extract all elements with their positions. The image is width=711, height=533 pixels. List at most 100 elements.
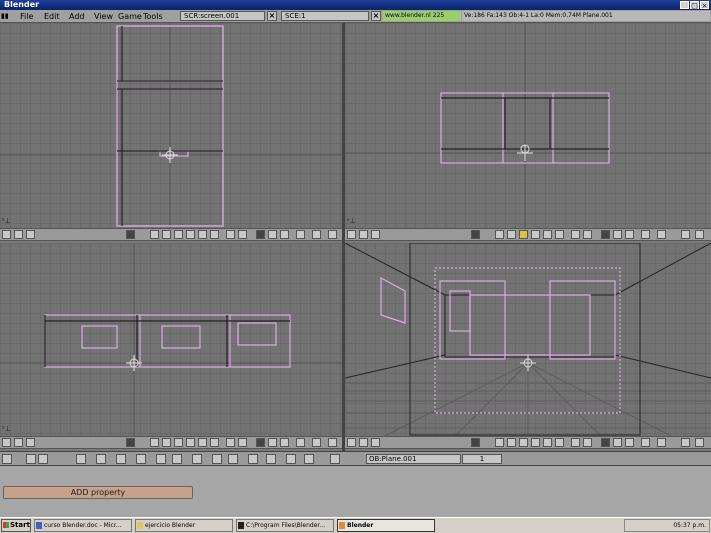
draw-mode-icon[interactable] — [601, 230, 610, 239]
world-icon[interactable] — [172, 454, 182, 464]
maximize-button[interactable]: □ — [690, 1, 699, 10]
start-button[interactable]: Start — [1, 519, 31, 532]
pin-icon[interactable] — [695, 230, 704, 239]
texture-icon[interactable] — [212, 454, 222, 464]
view-icon[interactable] — [26, 454, 36, 464]
delete-scene-icon[interactable]: × — [371, 11, 381, 21]
global-icon[interactable] — [312, 438, 321, 447]
viewport-bottom-left[interactable]: ᶻ⊥ — [0, 243, 342, 436]
window-type-icon[interactable] — [2, 438, 11, 447]
object-icon[interactable] — [136, 454, 146, 464]
pin-icon[interactable] — [681, 230, 690, 239]
viewport-top-right[interactable]: ᶻ⊥ — [345, 23, 711, 228]
shade-icon[interactable] — [613, 438, 622, 447]
layer-icon[interactable] — [507, 230, 516, 239]
sound-icon[interactable] — [228, 454, 238, 464]
clock[interactable]: 05:37 p.m. — [673, 522, 706, 529]
layer-icon[interactable] — [186, 230, 195, 239]
window-type-icon[interactable] — [347, 230, 356, 239]
window-type-icon[interactable] — [347, 438, 356, 447]
view-menu-icon[interactable] — [359, 438, 368, 447]
layer-icon[interactable] — [555, 438, 564, 447]
move-view-icon[interactable] — [571, 438, 580, 447]
pin-icon[interactable] — [328, 438, 337, 447]
view-icon[interactable] — [280, 230, 289, 239]
taskbar-item-word[interactable]: curso Blender.doc - Micr... — [34, 519, 132, 532]
blender-url[interactable]: www.blender.nl 225 — [383, 11, 461, 21]
layer-icon[interactable] — [150, 230, 159, 239]
render-icon[interactable] — [330, 454, 340, 464]
shade-icon[interactable] — [613, 230, 622, 239]
shading-icon[interactable] — [116, 454, 126, 464]
zoom-icon[interactable] — [238, 438, 247, 447]
window-type-icon[interactable] — [2, 454, 12, 464]
layer-icon[interactable] — [519, 230, 528, 239]
menu-edit[interactable]: Edit — [44, 11, 60, 22]
script-icon[interactable] — [96, 454, 106, 464]
layer-icon[interactable] — [519, 438, 528, 447]
delete-screen-icon[interactable]: × — [267, 11, 277, 21]
layer-icon[interactable] — [531, 438, 540, 447]
layer-icon[interactable] — [174, 438, 183, 447]
layer-icon[interactable] — [174, 230, 183, 239]
view-icon[interactable] — [625, 230, 634, 239]
pin-icon[interactable] — [681, 438, 690, 447]
logic-icon[interactable] — [76, 454, 86, 464]
view-menu-icon[interactable] — [14, 230, 23, 239]
lock-icon[interactable] — [471, 438, 480, 447]
layer-icon[interactable] — [495, 230, 504, 239]
select-menu-icon[interactable] — [26, 438, 35, 447]
select-menu-icon[interactable] — [371, 230, 380, 239]
local-view-icon[interactable] — [296, 438, 305, 447]
layer-icon[interactable] — [210, 438, 219, 447]
editing-icon[interactable] — [192, 454, 202, 464]
menu-add[interactable]: Add — [69, 11, 85, 22]
paint-icon[interactable] — [266, 454, 276, 464]
layer-icon[interactable] — [198, 438, 207, 447]
layer-icon[interactable] — [555, 230, 564, 239]
local-view-icon[interactable] — [296, 230, 305, 239]
menu-game[interactable]: Game — [118, 11, 142, 22]
scene-selector[interactable]: SCE:1 — [281, 11, 369, 21]
layer-icon[interactable] — [210, 230, 219, 239]
layer-icon[interactable] — [543, 438, 552, 447]
draw-mode-icon[interactable] — [601, 438, 610, 447]
menu-tools[interactable]: Tools — [143, 11, 163, 22]
layer-icon[interactable] — [162, 438, 171, 447]
lock-icon[interactable] — [126, 438, 135, 447]
local-view-icon[interactable] — [641, 438, 650, 447]
taskbar-item-blender[interactable]: Blender — [337, 519, 435, 532]
select-menu-icon[interactable] — [371, 438, 380, 447]
view-icon[interactable] — [280, 438, 289, 447]
close-button[interactable]: × — [700, 1, 709, 10]
draw-mode-icon[interactable] — [256, 438, 265, 447]
move-view-icon[interactable] — [226, 230, 235, 239]
zoom-icon[interactable] — [583, 438, 592, 447]
material-icon[interactable] — [156, 454, 166, 464]
global-icon[interactable] — [312, 230, 321, 239]
taskbar-item-folder[interactable]: ejercicio Blender — [135, 519, 233, 532]
object-users-field[interactable]: 1 — [462, 454, 502, 464]
shade-icon[interactable] — [268, 230, 277, 239]
menu-file[interactable]: File — [20, 11, 33, 22]
layer-icon[interactable] — [198, 230, 207, 239]
lock-icon[interactable] — [471, 230, 480, 239]
layer-icon[interactable] — [150, 438, 159, 447]
viewport-top-left[interactable]: ᶻ⊥ — [0, 23, 342, 228]
zoom-icon[interactable] — [583, 230, 592, 239]
radiosity-icon[interactable] — [286, 454, 296, 464]
viewport-divider[interactable] — [342, 23, 345, 451]
select-menu-icon[interactable] — [26, 230, 35, 239]
global-icon[interactable] — [657, 230, 666, 239]
window-type-icon[interactable]: ▮▮ — [1, 11, 9, 22]
taskbar-item-console[interactable]: C:\Program Files\Blender... — [236, 519, 334, 532]
local-view-icon[interactable] — [641, 230, 650, 239]
draw-mode-icon[interactable] — [256, 230, 265, 239]
window-type-icon[interactable] — [2, 230, 11, 239]
object-name-field[interactable]: OB:Plane.001 — [366, 454, 461, 464]
move-view-icon[interactable] — [571, 230, 580, 239]
screen-selector[interactable]: SCR:screen.001 — [180, 11, 265, 21]
viewport-bottom-right[interactable] — [345, 243, 711, 436]
shade-icon[interactable] — [268, 438, 277, 447]
layer-icon[interactable] — [543, 230, 552, 239]
